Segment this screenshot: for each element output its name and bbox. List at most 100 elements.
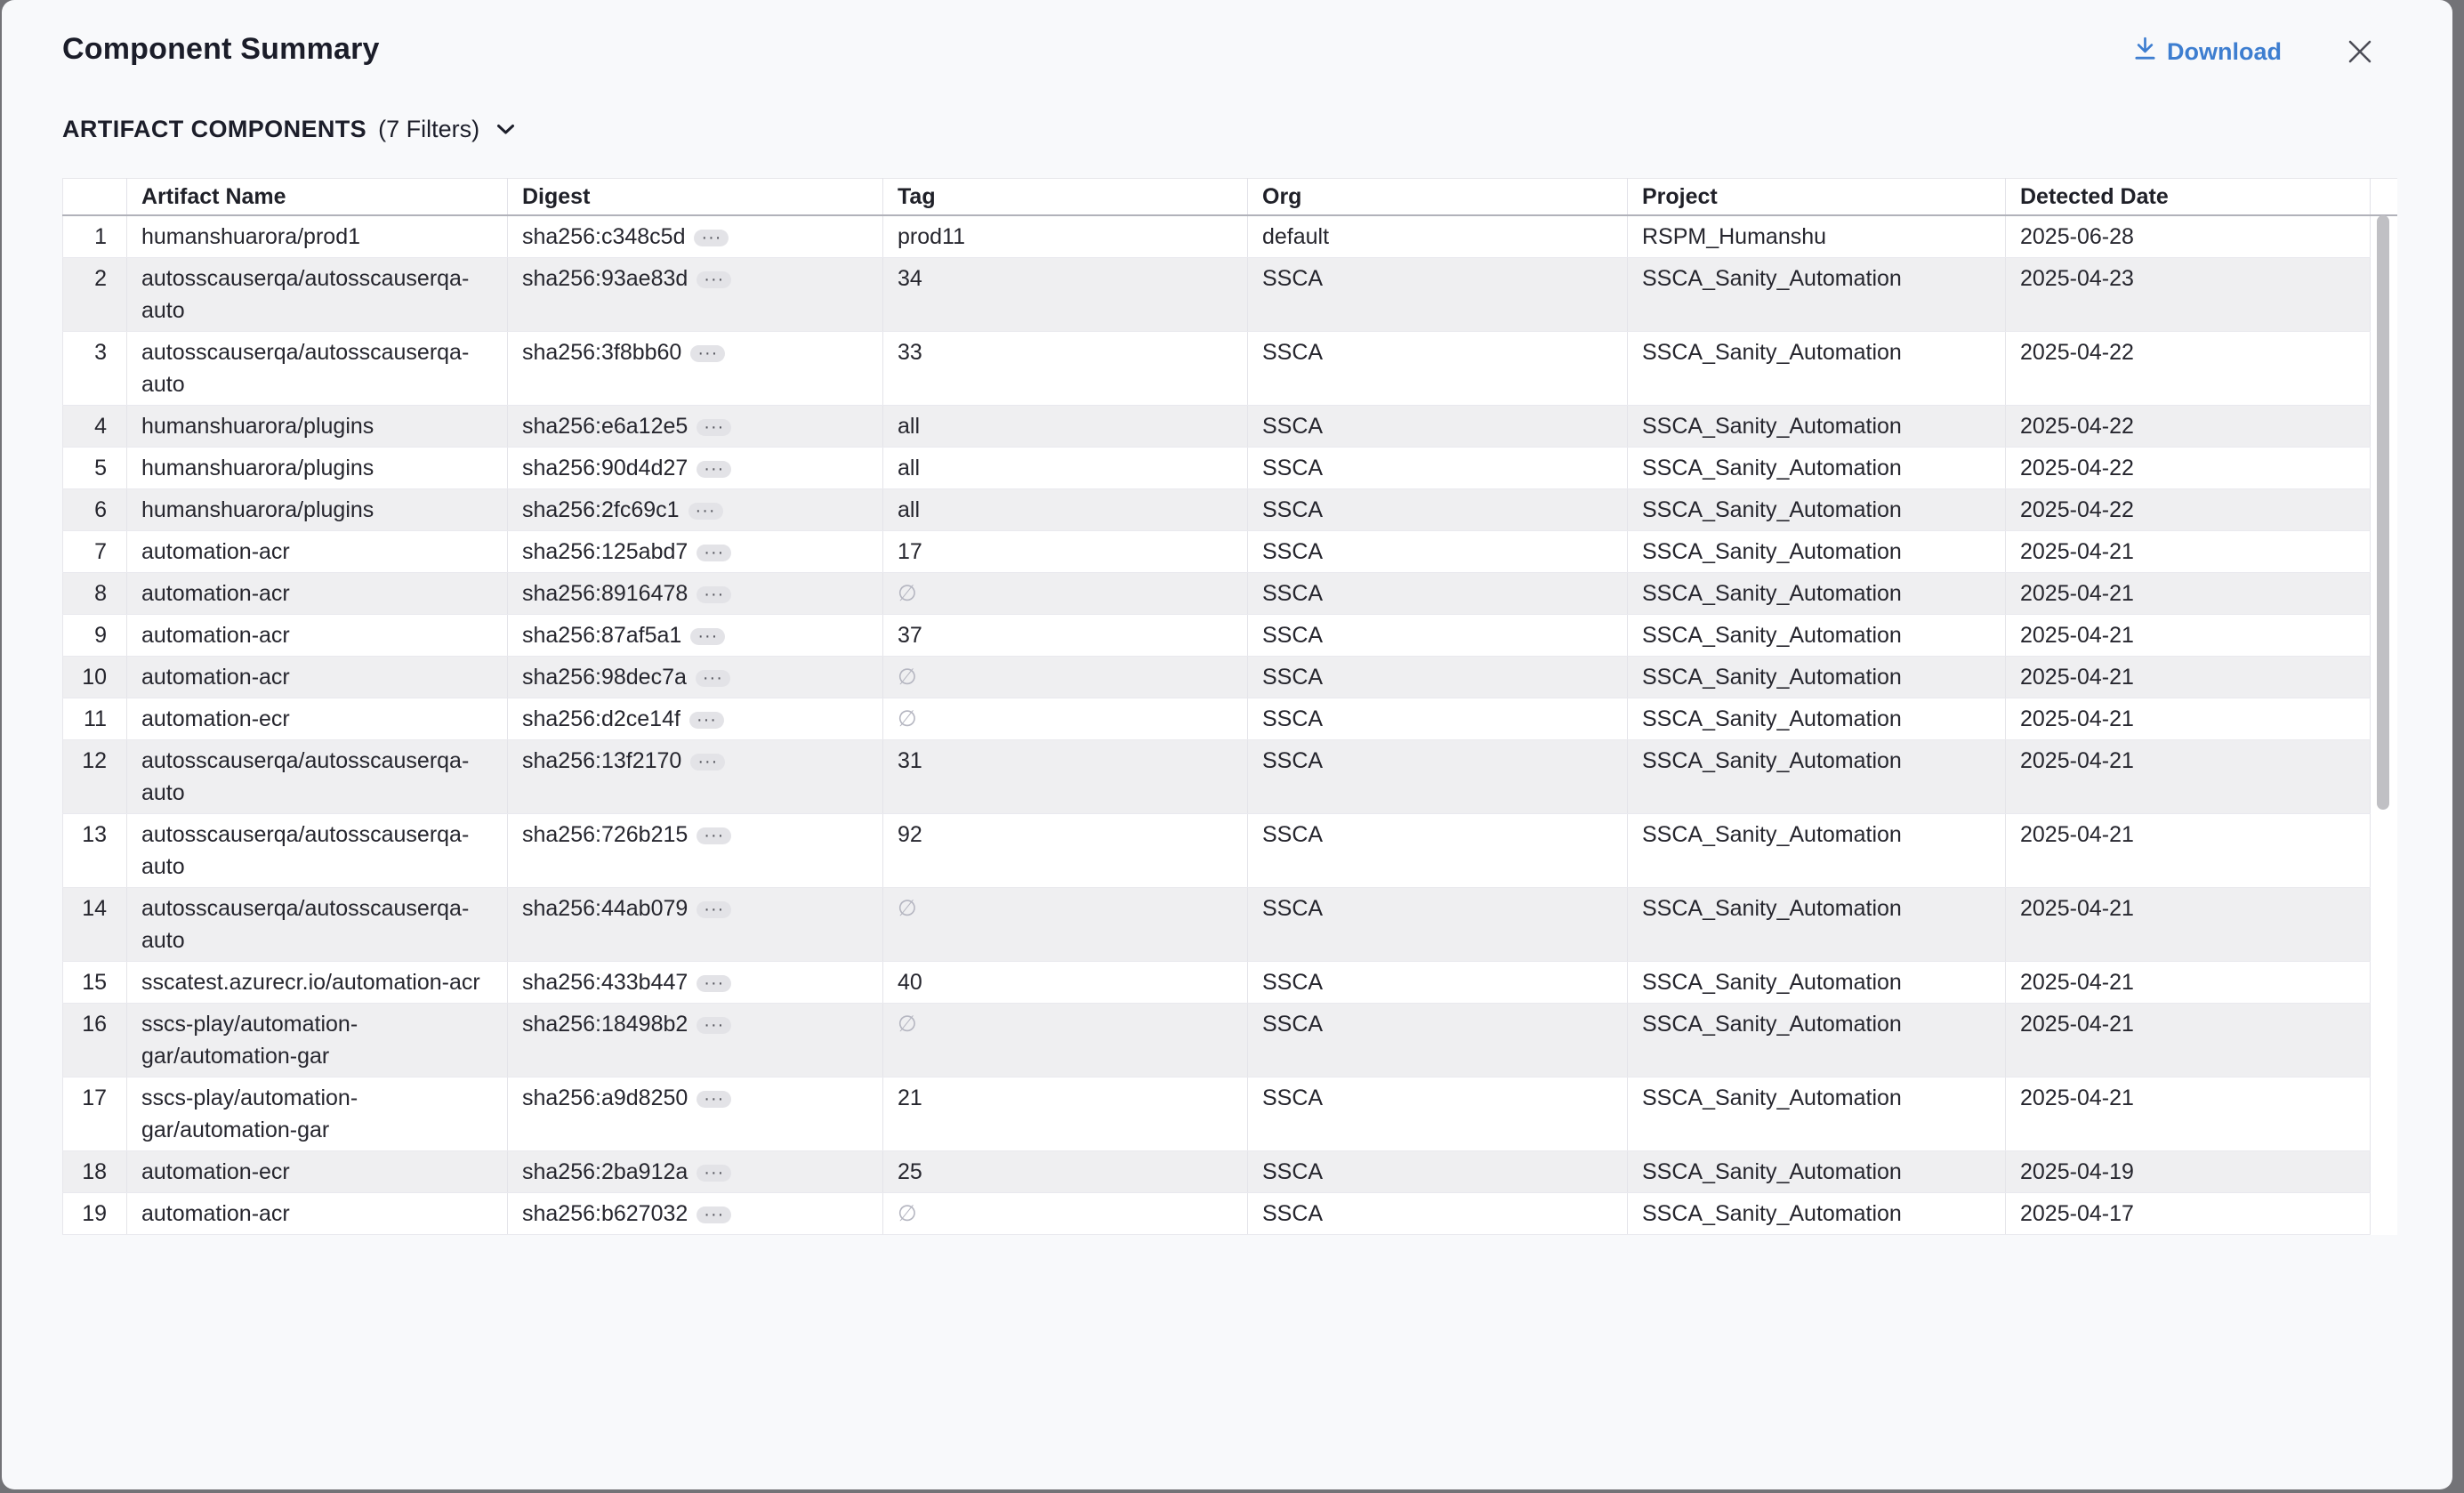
cell-artifact-name: automation-ecr: [127, 1151, 508, 1193]
table-row[interactable]: 10automation-acrsha256:98dec7a···∅SSCASS…: [63, 657, 2397, 698]
cell-project: SSCA_Sanity_Automation: [1628, 1193, 2006, 1235]
cell-artifact-name: automation-acr: [127, 573, 508, 615]
table-row[interactable]: 1humanshuarora/prod1sha256:c348c5d···pro…: [63, 215, 2397, 258]
digest-expand-button[interactable]: ···: [697, 1091, 731, 1108]
cell-tag: 92: [883, 814, 1248, 888]
section-title: ARTIFACT COMPONENTS: [62, 116, 366, 143]
cell-project: SSCA_Sanity_Automation: [1628, 332, 2006, 406]
digest-expand-button[interactable]: ···: [697, 1017, 731, 1034]
table-row[interactable]: 12autosscauserqa/autosscauserqa-autosha2…: [63, 740, 2397, 814]
cell-project: SSCA_Sanity_Automation: [1628, 657, 2006, 698]
chevron-down-icon[interactable]: [496, 124, 515, 140]
digest-value: sha256:93ae83d: [522, 266, 688, 291]
digest-expand-button[interactable]: ···: [697, 827, 731, 844]
digest-expand-button[interactable]: ···: [689, 712, 724, 729]
digest-expand-button[interactable]: ···: [697, 419, 731, 436]
digest-value: sha256:433b447: [522, 970, 688, 995]
table-row[interactable]: 7automation-acrsha256:125abd7···17SSCASS…: [63, 531, 2397, 573]
table-row[interactable]: 15sscatest.azurecr.io/automation-acrsha2…: [63, 962, 2397, 1004]
digest-expand-button[interactable]: ···: [697, 1165, 731, 1182]
cell-org: default: [1248, 215, 1628, 258]
digest-value: sha256:13f2170: [522, 748, 681, 773]
digest-expand-button[interactable]: ···: [697, 461, 731, 478]
cell-tag: ∅: [883, 698, 1248, 740]
table-row[interactable]: 18automation-ecrsha256:2ba912a···25SSCAS…: [63, 1151, 2397, 1193]
table-row[interactable]: 6humanshuarora/pluginssha256:2fc69c1···a…: [63, 489, 2397, 531]
cell-org: SSCA: [1248, 615, 1628, 657]
table-row[interactable]: 5humanshuarora/pluginssha256:90d4d27···a…: [63, 448, 2397, 489]
cell-row-number: 17: [63, 1077, 127, 1151]
digest-value: sha256:8916478: [522, 581, 688, 606]
cell-row-number: 8: [63, 573, 127, 615]
cell-org: SSCA: [1248, 962, 1628, 1004]
table-row[interactable]: 19automation-acrsha256:b627032···∅SSCASS…: [63, 1193, 2397, 1235]
cell-row-number: 5: [63, 448, 127, 489]
cell-digest: sha256:a9d8250···: [508, 1077, 883, 1151]
table-row[interactable]: 16sscs-play/automation-gar/automation-ga…: [63, 1004, 2397, 1077]
cell-tag: ∅: [883, 573, 1248, 615]
digest-expand-button[interactable]: ···: [690, 754, 725, 771]
digest-expand-button[interactable]: ···: [690, 628, 725, 645]
cell-detected-date: 2025-04-21: [2006, 814, 2371, 888]
cell-digest: sha256:b627032···: [508, 1193, 883, 1235]
cell-org: SSCA: [1248, 332, 1628, 406]
row-scroll-gutter: [2371, 1077, 2397, 1151]
digest-expand-button[interactable]: ···: [688, 503, 723, 520]
empty-tag-icon: ∅: [898, 706, 917, 731]
cell-detected-date: 2025-04-23: [2006, 258, 2371, 332]
digest-expand-button[interactable]: ···: [697, 901, 731, 918]
cell-artifact-name: autosscauserqa/autosscauserqa-auto: [127, 814, 508, 888]
cell-digest: sha256:2fc69c1···: [508, 489, 883, 531]
table-row[interactable]: 3autosscauserqa/autosscauserqa-autosha25…: [63, 332, 2397, 406]
cell-digest: sha256:125abd7 ···: [508, 531, 883, 573]
cell-detected-date: 2025-04-21: [2006, 888, 2371, 962]
download-button[interactable]: Download: [2133, 36, 2282, 68]
digest-expand-button[interactable]: ···: [697, 545, 731, 561]
digest-value: sha256:d2ce14f: [522, 706, 680, 731]
table-row[interactable]: 2autosscauserqa/autosscauserqa-autosha25…: [63, 258, 2397, 332]
cell-tag: ∅: [883, 1004, 1248, 1077]
table-row[interactable]: 17sscs-play/automation-gar/automation-ga…: [63, 1077, 2397, 1151]
cell-detected-date: 2025-04-21: [2006, 740, 2371, 814]
row-scroll-gutter: [2371, 962, 2397, 1004]
digest-expand-button[interactable]: ···: [694, 230, 729, 246]
digest-expand-button[interactable]: ···: [696, 670, 730, 687]
cell-artifact-name: automation-acr: [127, 657, 508, 698]
cell-tag: 34: [883, 258, 1248, 332]
table-row[interactable]: 9automation-acrsha256:87af5a1···37SSCASS…: [63, 615, 2397, 657]
cell-digest: sha256:726b215···: [508, 814, 883, 888]
cell-digest: sha256:44ab079···: [508, 888, 883, 962]
cell-org: SSCA: [1248, 1193, 1628, 1235]
digest-expand-button[interactable]: ···: [697, 1207, 731, 1223]
digest-value: sha256:2ba912a: [522, 1159, 688, 1184]
table-row[interactable]: 11automation-ecrsha256:d2ce14f···∅SSCASS…: [63, 698, 2397, 740]
table-row[interactable]: 13autosscauserqa/autosscauserqa-autosha2…: [63, 814, 2397, 888]
empty-tag-icon: ∅: [898, 581, 917, 606]
cell-org: SSCA: [1248, 531, 1628, 573]
cell-detected-date: 2025-04-17: [2006, 1193, 2371, 1235]
digest-expand-button[interactable]: ···: [690, 345, 725, 362]
cell-project: SSCA_Sanity_Automation: [1628, 615, 2006, 657]
table-row[interactable]: 8automation-acrsha256:8916478···∅SSCASSC…: [63, 573, 2397, 615]
cell-tag: all: [883, 489, 1248, 531]
digest-value: sha256:e6a12e5: [522, 414, 688, 439]
cell-detected-date: 2025-04-22: [2006, 489, 2371, 531]
digest-value: sha256:3f8bb60: [522, 340, 681, 365]
digest-expand-button[interactable]: ···: [697, 975, 731, 992]
cell-artifact-name: autosscauserqa/autosscauserqa-auto: [127, 258, 508, 332]
cell-org: SSCA: [1248, 1151, 1628, 1193]
cell-project: SSCA_Sanity_Automation: [1628, 698, 2006, 740]
digest-value: sha256:125abd7: [522, 539, 688, 564]
close-icon[interactable]: [2346, 37, 2374, 66]
cell-row-number: 14: [63, 888, 127, 962]
table-row[interactable]: 4humanshuarora/pluginssha256:e6a12e5···a…: [63, 406, 2397, 448]
digest-expand-button[interactable]: ···: [697, 586, 731, 603]
cell-tag: 40: [883, 962, 1248, 1004]
digest-expand-button[interactable]: ···: [697, 271, 731, 288]
cell-project: SSCA_Sanity_Automation: [1628, 814, 2006, 888]
table-row[interactable]: 14autosscauserqa/autosscauserqa-autosha2…: [63, 888, 2397, 962]
vertical-scrollbar-thumb[interactable]: [2377, 215, 2389, 810]
cell-tag: all: [883, 406, 1248, 448]
cell-detected-date: 2025-04-21: [2006, 698, 2371, 740]
cell-project: SSCA_Sanity_Automation: [1628, 962, 2006, 1004]
